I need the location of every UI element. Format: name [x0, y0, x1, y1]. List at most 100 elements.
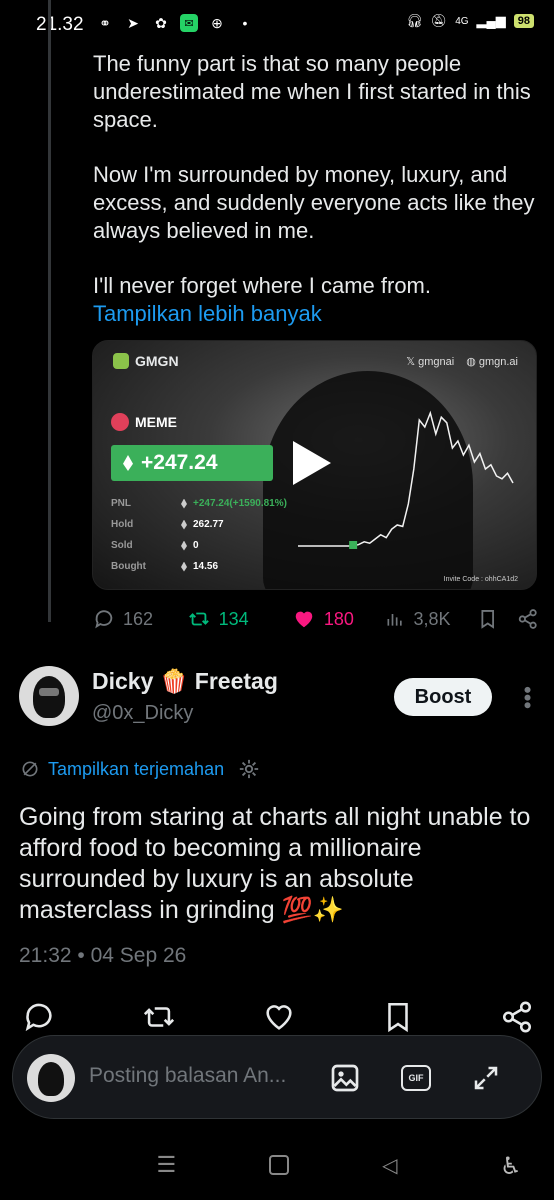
- stat-row: Bought 14.56: [111, 556, 287, 577]
- share-icon[interactable]: [517, 608, 538, 630]
- post-paragraph: The funny part is that so many people un…: [93, 51, 531, 132]
- heart-filled-icon: [295, 611, 313, 628]
- back-icon[interactable]: ◁: [382, 1153, 397, 1178]
- battery-icon: 98: [513, 14, 534, 28]
- mute-icon: 🔕︎: [430, 13, 448, 28]
- stat-value-wrap: 0: [181, 540, 199, 551]
- system-indicators: 🎧︎ 🔕︎ 4G ▂▄▆ 98: [406, 13, 534, 29]
- recents-icon[interactable]: ☰: [156, 1152, 176, 1178]
- reply-icon[interactable]: [22, 1000, 56, 1034]
- post-body: The funny part is that so many people un…: [93, 50, 543, 328]
- repost-count: 134: [218, 608, 249, 629]
- stat-label: Sold: [111, 540, 133, 551]
- notification-icons: ⚭ ➤ ✿ ✉ ⊕ •: [96, 14, 254, 32]
- x-tag: 𝕏 gmgnai: [406, 356, 455, 368]
- link-icon: ⚭: [99, 14, 111, 31]
- timestamp: 21:32 • 04 Sep 26: [19, 944, 187, 967]
- stat-value: +247.24(+1590.81%): [193, 498, 287, 509]
- post-paragraph: Now I'm surrounded by money, luxury, and…: [93, 162, 535, 243]
- clock: 21.32: [36, 14, 84, 35]
- heart-icon[interactable]: [262, 1000, 296, 1034]
- expand-icon[interactable]: [471, 1063, 501, 1093]
- reply-count: 162: [123, 608, 154, 629]
- composer-tools: GIF: [329, 1062, 501, 1094]
- bookmark-icon[interactable]: [381, 1000, 415, 1034]
- views-button[interactable]: 3,8K: [385, 609, 477, 630]
- eth-icon: [181, 519, 187, 530]
- views-icon: [387, 614, 403, 626]
- token-tag: MEME: [111, 413, 177, 431]
- stat-value: 14.56: [193, 561, 219, 572]
- chat-app-icon: ✉: [180, 14, 198, 32]
- headphones-icon: 🎧︎: [406, 13, 423, 28]
- stat-row: Hold 262.77: [111, 514, 287, 535]
- avatar-figure: [33, 676, 65, 718]
- signal-icon: ▂▄▆: [476, 13, 506, 28]
- repost-button[interactable]: 134: [187, 608, 292, 630]
- stat-value-wrap: 262.77: [181, 519, 224, 530]
- translate-icon: [22, 761, 38, 777]
- like-button[interactable]: 180: [292, 608, 386, 630]
- gif-button[interactable]: GIF: [401, 1065, 431, 1091]
- web-tag: ◍ gmgn.ai: [466, 356, 518, 368]
- show-more-link[interactable]: Tampilkan lebih banyak: [93, 300, 543, 328]
- reply-composer[interactable]: Posting balasan An... GIF: [12, 1035, 542, 1119]
- user-handle[interactable]: @0x_Dicky: [92, 702, 193, 725]
- composer-avatar: [27, 1054, 75, 1102]
- paw-icon: ✿: [155, 14, 167, 31]
- avatar[interactable]: [19, 666, 79, 726]
- stat-value-wrap: +247.24(+1590.81%): [181, 498, 287, 509]
- bookmark-icon[interactable]: [477, 608, 498, 630]
- pnl-box: +247.24: [111, 445, 273, 481]
- reply-input[interactable]: Posting balasan An...: [89, 1064, 286, 1088]
- display-name[interactable]: Dicky 🍿 Freetag: [92, 668, 278, 695]
- video-card[interactable]: GMGN 𝕏 gmgnai ◍ gmgn.ai MEME +247.24 PNL…: [92, 340, 537, 590]
- telegram-icon: ➤: [127, 14, 139, 31]
- post-paragraph: I'll never forget where I came from.: [93, 273, 431, 298]
- frog-icon: [113, 353, 129, 369]
- status-bar: 21.32 ⚭ ➤ ✿ ✉ ⊕ • 🎧︎ 🔕︎ 4G ▂▄▆ 98: [0, 0, 554, 46]
- gmgn-logo: GMGN: [113, 353, 179, 369]
- eth-icon: [181, 561, 187, 572]
- avatar-figure: [38, 1062, 64, 1096]
- x-handle: gmgnai: [418, 356, 455, 368]
- stat-value: 262.77: [193, 519, 224, 530]
- network-label: 4G: [455, 15, 469, 27]
- stat-label: Bought: [111, 561, 146, 572]
- stat-row: Sold 0: [111, 535, 287, 556]
- dot-icon: •: [242, 15, 248, 31]
- play-icon[interactable]: [293, 441, 331, 485]
- brand-tags: 𝕏 gmgnai ◍ gmgn.ai: [406, 355, 518, 368]
- gear-icon[interactable]: [238, 758, 260, 780]
- stat-value-wrap: 14.56: [181, 561, 218, 572]
- translate-link[interactable]: Tampilkan terjemahan: [48, 759, 224, 780]
- repost-icon[interactable]: [141, 1000, 177, 1034]
- stat-row: PNL +247.24(+1590.81%): [111, 493, 287, 514]
- stat-value: 0: [193, 540, 199, 551]
- share-icon[interactable]: [500, 1000, 534, 1034]
- image-icon[interactable]: [329, 1062, 361, 1094]
- eth-icon: [181, 540, 187, 551]
- boost-button[interactable]: Boost: [394, 678, 492, 716]
- views-count: 3,8K: [413, 608, 451, 629]
- stat-label: PNL: [111, 498, 131, 509]
- translate-row: Tampilkan terjemahan: [20, 758, 260, 780]
- accessibility-icon[interactable]: ♿︎: [500, 1152, 522, 1181]
- reply-actions: [22, 1000, 534, 1034]
- vpn-icon: ⊕: [211, 14, 223, 31]
- system-nav-bar: ☰ ◁: [0, 1130, 554, 1200]
- invite-code: Invite Code : ohhCA1d2: [443, 576, 518, 583]
- buy-marker: [349, 541, 358, 549]
- brand-label: GMGN: [135, 353, 179, 369]
- stats-table: PNL +247.24(+1590.81%) Hold 262.77 Sold …: [111, 493, 287, 577]
- home-icon[interactable]: [269, 1155, 290, 1175]
- repost-icon: [188, 612, 209, 626]
- web-url: gmgn.ai: [478, 356, 518, 368]
- like-count: 180: [323, 608, 354, 629]
- token-name: MEME: [135, 414, 177, 430]
- stat-label: Hold: [111, 519, 134, 530]
- more-options-icon[interactable]: •••: [514, 686, 540, 709]
- post-actions: 162 134 180 3,8K: [93, 604, 538, 634]
- reply-button[interactable]: 162: [93, 608, 187, 630]
- eth-icon: [181, 498, 187, 509]
